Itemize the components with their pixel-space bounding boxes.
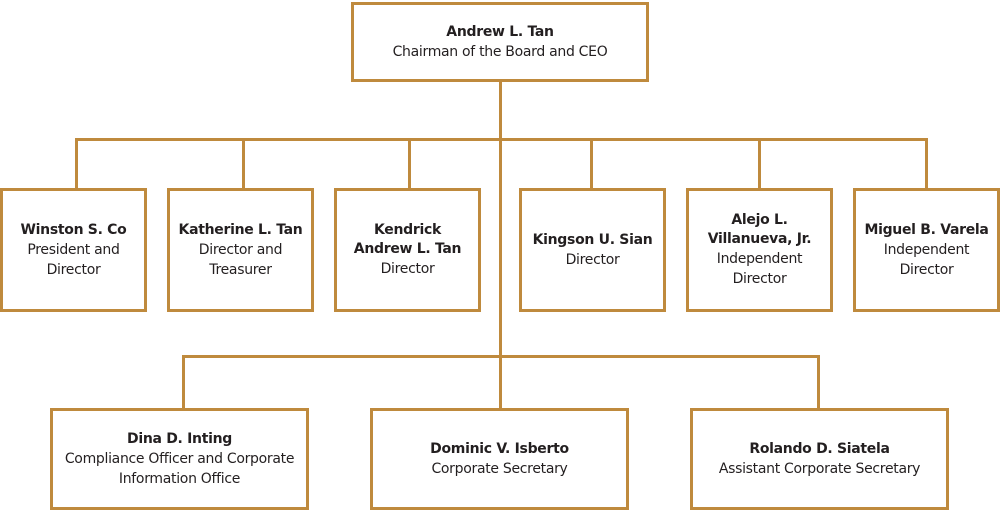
connector [590, 138, 593, 190]
node-officer: Dina D. Inting Compliance Officer and Co… [50, 408, 309, 510]
node-role: Corporate Secretary [431, 460, 568, 477]
node-name: Kendrick Andrew L. Tan [353, 222, 462, 257]
node-role: Director [565, 251, 620, 268]
node-officer: Rolando D. Siatela Assistant Corporate S… [690, 408, 949, 510]
node-name: Miguel B. Varela [864, 221, 989, 238]
node-board-member: Kendrick Andrew L. Tan Director [334, 188, 481, 312]
connector [182, 355, 185, 410]
node-name: Rolando D. Siatela [749, 440, 890, 457]
node-role: Independent Director [883, 241, 970, 278]
node-board-member: Kingson U. Sian Director [519, 188, 666, 312]
node-board-member: Katherine L. Tan Director and Treasurer [167, 188, 314, 312]
node-name: Katherine L. Tan [178, 221, 303, 238]
connector [242, 138, 245, 190]
node-role: Independent Director [716, 251, 803, 287]
connector [925, 138, 928, 190]
connector [817, 355, 820, 410]
node-role: Director [380, 261, 435, 277]
node-role: Compliance Officer and Corporate Informa… [64, 450, 295, 487]
node-role: Chairman of the Board and CEO [392, 43, 608, 60]
trunk-line [499, 80, 502, 411]
node-role: Assistant Corporate Secretary [718, 460, 921, 477]
node-name: Andrew L. Tan [446, 23, 554, 40]
node-name: Winston S. Co [20, 221, 127, 238]
connector [758, 138, 761, 190]
node-name: Dominic V. Isberto [430, 440, 569, 457]
node-name: Kingson U. Sian [532, 231, 653, 248]
node-role: President and Director [27, 241, 120, 278]
node-board-member: Winston S. Co President and Director [0, 188, 147, 312]
board-bar [75, 138, 928, 141]
connector [75, 138, 78, 190]
node-name: Dina D. Inting [127, 430, 232, 447]
connector [408, 138, 411, 190]
node-board-member: Alejo L. Villanueva, Jr. Independent Dir… [686, 188, 833, 312]
node-role: Director and Treasurer [198, 241, 283, 278]
node-board-member: Miguel B. Varela Independent Director [853, 188, 1000, 312]
node-chairman: Andrew L. Tan Chairman of the Board and … [351, 2, 649, 82]
node-name: Alejo L. Villanueva, Jr. [707, 212, 812, 247]
org-chart: Andrew L. Tan Chairman of the Board and … [0, 0, 1000, 511]
node-officer: Dominic V. Isberto Corporate Secretary [370, 408, 629, 510]
officer-bar [182, 355, 820, 358]
